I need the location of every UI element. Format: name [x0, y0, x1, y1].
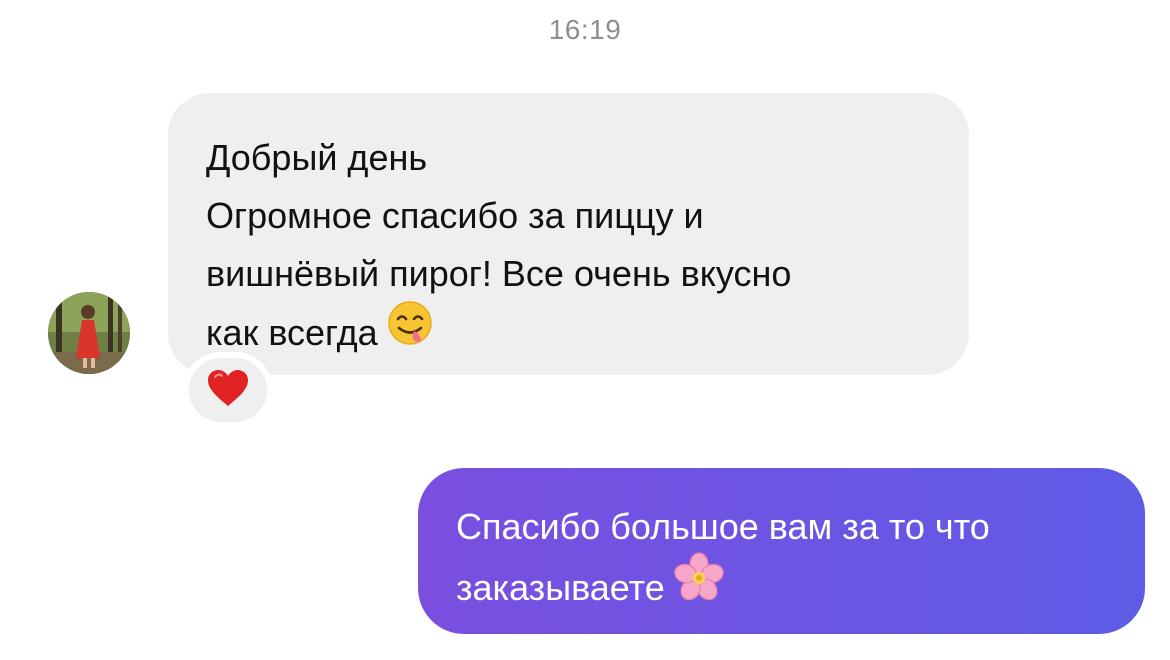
incoming-message-line: Добрый день: [206, 137, 428, 178]
incoming-message-line: вишнёвый пирог! Все очень вкусно: [206, 253, 792, 294]
incoming-message-line: Огромное спасибо за пиццу и: [206, 195, 704, 236]
incoming-message-line-text: как всегда: [206, 312, 378, 354]
outgoing-message-line-last: заказываете: [456, 552, 1107, 625]
cherry-blossom-icon: [673, 552, 725, 621]
incoming-message-bubble[interactable]: Добрый день Огромное спасибо за пиццу и …: [168, 93, 969, 375]
reaction-badge[interactable]: [183, 352, 273, 428]
sender-avatar[interactable]: [48, 292, 130, 374]
outgoing-message-line-text: заказываете: [456, 567, 665, 609]
outgoing-message-line: Спасибо большое вам за то что: [456, 506, 990, 547]
chat-thread: 16:19 Добрый день Огромное спасибо за пи…: [0, 0, 1170, 660]
face-savoring-food-icon: [386, 299, 434, 364]
incoming-message-line-last: как всегда: [206, 301, 931, 368]
outgoing-message-bubble[interactable]: Спасибо большое вам за то что заказывает…: [418, 468, 1145, 634]
red-heart-icon: [206, 368, 250, 413]
message-timestamp: 16:19: [548, 14, 622, 45]
